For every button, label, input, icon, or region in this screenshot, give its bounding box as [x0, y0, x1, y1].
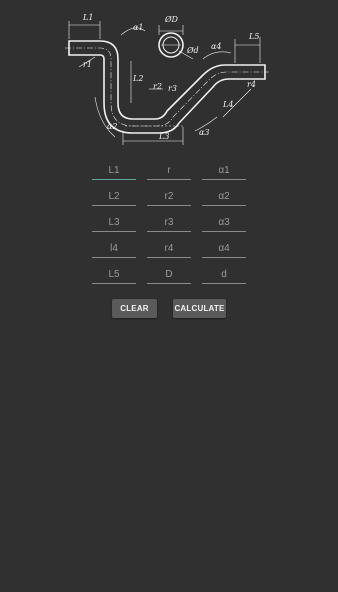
r3-input[interactable] [147, 213, 191, 232]
field-r [147, 160, 191, 186]
parameter-form [92, 160, 246, 290]
field-D [147, 264, 191, 290]
label-L5: L5 [248, 32, 259, 41]
L1-input[interactable] [92, 161, 136, 180]
field-l4 [92, 238, 136, 264]
a1-input[interactable] [202, 161, 246, 180]
label-d: Ød [186, 46, 199, 55]
field-d [202, 264, 246, 290]
label-a2: α2 [107, 122, 118, 131]
label-r2: r2 [153, 82, 162, 91]
L2-input[interactable] [92, 187, 136, 206]
field-a1 [202, 160, 246, 186]
r-input[interactable] [147, 161, 191, 180]
l4-input[interactable] [92, 239, 136, 258]
label-r3: r3 [168, 84, 177, 93]
calculate-button[interactable]: CALCULATE [173, 299, 226, 318]
form-row [92, 264, 246, 290]
form-row [92, 186, 246, 212]
field-L5 [92, 264, 136, 290]
a2-input[interactable] [202, 187, 246, 206]
label-L2: L2 [132, 74, 143, 83]
field-r4 [147, 238, 191, 264]
label-a4: α4 [211, 42, 222, 51]
label-r1: r1 [83, 60, 92, 69]
field-L3 [92, 212, 136, 238]
r4-input[interactable] [147, 239, 191, 258]
field-a4 [202, 238, 246, 264]
field-r2 [147, 186, 191, 212]
label-a1: α1 [133, 23, 144, 32]
label-D: ØD [164, 15, 179, 24]
label-L4: L4 [222, 100, 233, 109]
field-a3 [202, 212, 246, 238]
D-input[interactable] [147, 265, 191, 284]
action-buttons: CLEAR CALCULATE [112, 299, 226, 318]
form-row [92, 160, 246, 186]
form-row [92, 212, 246, 238]
r2-input[interactable] [147, 187, 191, 206]
label-r4: r4 [247, 80, 256, 89]
field-L1 [92, 160, 136, 186]
label-L3: L3 [158, 132, 169, 141]
form-row [92, 238, 246, 264]
label-L1: L1 [82, 13, 93, 22]
field-L2 [92, 186, 136, 212]
a4-input[interactable] [202, 239, 246, 258]
clear-button[interactable]: CLEAR [112, 299, 157, 318]
field-r3 [147, 212, 191, 238]
label-a3: α3 [199, 128, 210, 137]
d-input[interactable] [202, 265, 246, 284]
pipe-bend-diagram: L1 α1 ØD Ød α4 L5 r1 L2 r2 r3 r4 L4 α2 L… [65, 13, 269, 145]
L3-input[interactable] [92, 213, 136, 232]
L5-input[interactable] [92, 265, 136, 284]
field-a2 [202, 186, 246, 212]
a3-input[interactable] [202, 213, 246, 232]
